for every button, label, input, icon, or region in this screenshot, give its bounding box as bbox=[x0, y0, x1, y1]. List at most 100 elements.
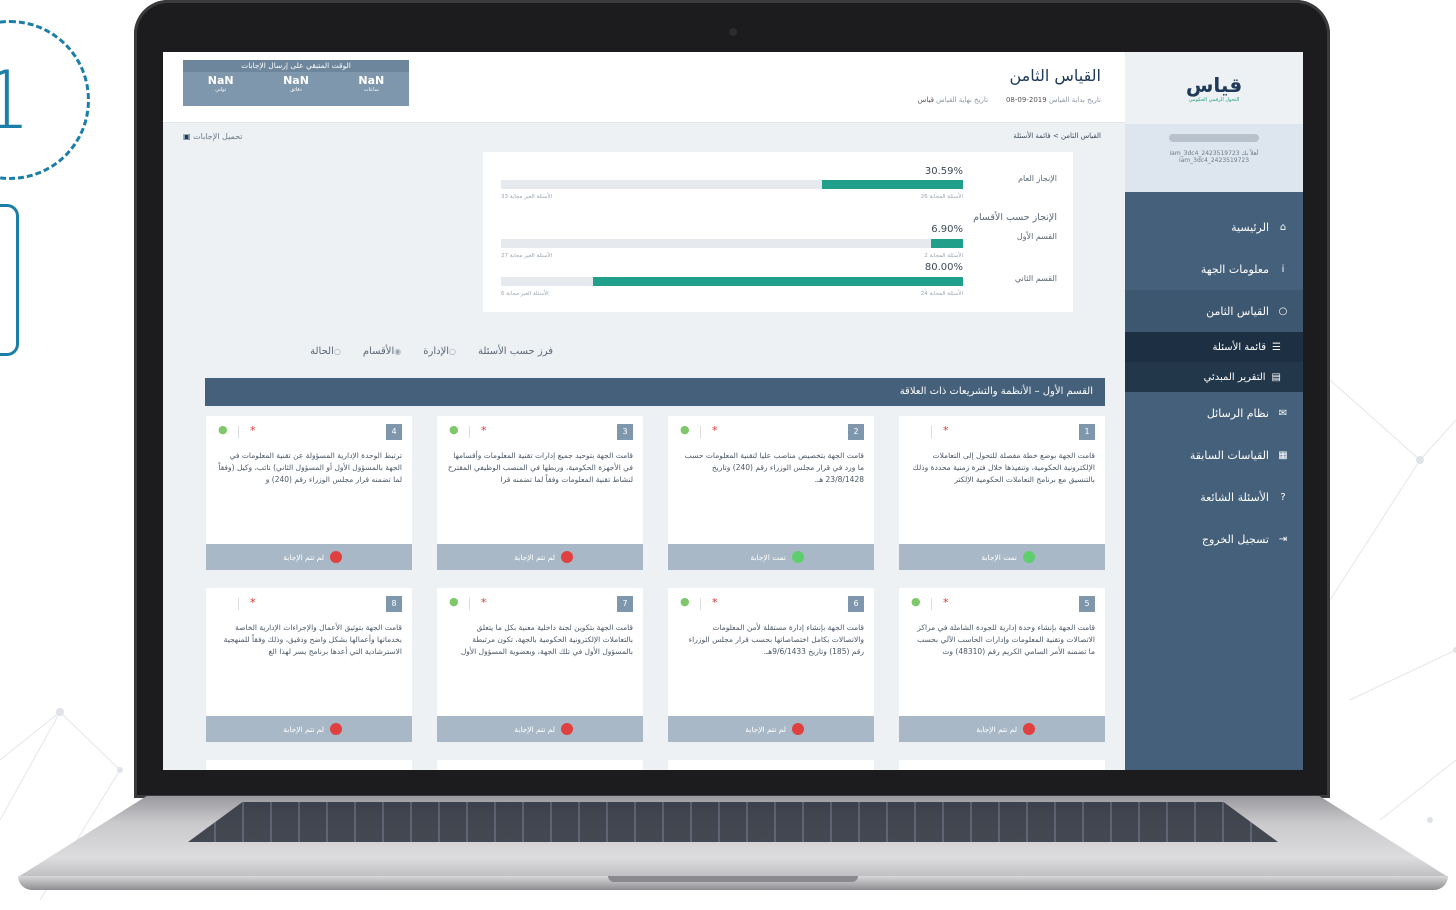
sidebar-item-messages[interactable]: ✉ نظام الرسائل bbox=[1125, 392, 1303, 434]
attachment-icon[interactable]: ● bbox=[680, 595, 690, 608]
sidebar-item-logout[interactable]: ⇥ تسجيل الخروج bbox=[1125, 518, 1303, 560]
laptop-base bbox=[18, 796, 1448, 898]
measure-dates: تاريخ بداية القياس 2019-09-08 تاريخ نهاي… bbox=[918, 96, 1101, 104]
camera-icon bbox=[729, 28, 737, 36]
status-label: لم تتم الإجابة bbox=[745, 724, 786, 734]
sidebar-item-label: القياس الثامن bbox=[1206, 304, 1269, 318]
sort-option-admin[interactable]: ○الإدارة bbox=[423, 346, 456, 357]
question-number: 2 bbox=[848, 424, 864, 440]
answer-status[interactable]: لم تتم الإجابة bbox=[437, 716, 643, 742]
question-icon: ? bbox=[1280, 491, 1286, 503]
question-card[interactable]: 5 * ● قامت الجهة بإنشاء وحدة إدارية للجو… bbox=[899, 588, 1105, 742]
answer-status[interactable]: لم تتم الإجابة bbox=[206, 544, 412, 570]
sidebar-item-initial-report[interactable]: ▤ التقرير المبدئي bbox=[1125, 362, 1303, 392]
section2-progress-fill bbox=[593, 277, 963, 286]
breadcrumb[interactable]: القياس الثامن > قائمة الأسئلة bbox=[1013, 132, 1101, 140]
download-label: تحميل الإجابات bbox=[193, 132, 243, 141]
answer-status[interactable]: تمت الإجابة bbox=[668, 544, 874, 570]
sort-option-label: الحالة bbox=[310, 346, 334, 357]
sort-option-sections[interactable]: ◉الأقسام bbox=[363, 346, 401, 357]
attachment-icon[interactable]: ● bbox=[218, 423, 228, 436]
question-card-partial[interactable] bbox=[899, 760, 1105, 770]
required-star-icon: * bbox=[943, 424, 949, 437]
divider bbox=[238, 598, 239, 610]
status-label: تمت الإجابة bbox=[981, 552, 1017, 562]
question-card[interactable]: 1 * قامت الجهة بوضع خطة مفصلة للتحول إلى… bbox=[899, 416, 1105, 570]
question-card[interactable]: 6 * ● قامت الجهة بإنشاء إدارة مستقلة لأم… bbox=[668, 588, 874, 742]
question-text: قامت الجهة بتوحيد جميع إدارات تقنية المع… bbox=[447, 451, 633, 484]
section2-pct: 80.00% bbox=[924, 262, 963, 273]
answer-status[interactable]: تمت الإجابة bbox=[899, 544, 1105, 570]
sidebar-item-label: تسجيل الخروج bbox=[1201, 532, 1269, 546]
file-icon: ▣ bbox=[183, 132, 191, 141]
question-number: 1 bbox=[1079, 424, 1095, 440]
answer-status[interactable]: لم تتم الإجابة bbox=[668, 716, 874, 742]
sidebar-item-entity-info[interactable]: i معلومات الجهة bbox=[1125, 248, 1303, 290]
section2-unanswered: الأسئلة الغير مجابة 6 bbox=[501, 291, 549, 297]
status-dot-icon bbox=[561, 723, 573, 735]
section1-label: القسم الأول bbox=[1016, 232, 1057, 241]
section1-progress-fill bbox=[931, 239, 963, 248]
answer-status[interactable]: لم تتم الإجابة bbox=[899, 716, 1105, 742]
logout-icon: ⇥ bbox=[1278, 533, 1288, 545]
start-date-value: 2019-09-08 bbox=[1005, 96, 1047, 104]
question-number: 5 bbox=[1079, 596, 1095, 612]
attachment-icon[interactable]: ● bbox=[449, 595, 459, 608]
sidebar-item-home[interactable]: ⌂ الرئيسية bbox=[1125, 206, 1303, 248]
countdown-timer: الوقت المتبقي على إرسال الإجابات NaN ساعا… bbox=[183, 60, 409, 106]
divider bbox=[469, 598, 470, 610]
divider bbox=[700, 598, 701, 610]
sidebar-item-question-list[interactable]: ☰ قائمة الأسئلة bbox=[1125, 332, 1303, 362]
question-text: قامت الجهة بتكوين لجنة داخلية معنية بكل … bbox=[460, 623, 633, 656]
sidebar-item-faq[interactable]: ? الأسئلة الشائعة bbox=[1125, 476, 1303, 518]
timer-minutes: NaN دقائق bbox=[283, 74, 309, 93]
app-screen: قياس التحول الرقمي الحكومي أهلاً بك iam_… bbox=[163, 52, 1303, 770]
question-card[interactable]: 2 * ● قامت الجهة بتخصيص مناصب عليا لتقني… bbox=[668, 416, 874, 570]
download-answers-link[interactable]: تحميل الإجابات ▣ bbox=[183, 132, 243, 141]
sidebar-item-eighth-measure[interactable]: ○ القياس الثامن bbox=[1125, 290, 1303, 332]
question-number: 3 bbox=[617, 424, 633, 440]
sort-option-status[interactable]: ○الحالة bbox=[310, 346, 341, 357]
timer-unit: ثواني bbox=[215, 87, 227, 93]
timer-value: NaN bbox=[358, 74, 385, 87]
question-card[interactable]: 8 * قامت الجهة بتوثيق الأعمال والإجراءات… bbox=[206, 588, 412, 742]
step-number: 1 bbox=[0, 53, 31, 147]
logo-subtitle: التحول الرقمي الحكومي bbox=[1188, 97, 1240, 103]
attachment-icon[interactable]: ● bbox=[680, 423, 690, 436]
overall-progress-bar bbox=[501, 180, 963, 189]
list-icon: ☰ bbox=[1272, 341, 1281, 353]
status-dot-icon bbox=[330, 723, 342, 735]
progress-card: الإنجاز العام 30.59% الأسئلة المجابة 26 … bbox=[483, 152, 1073, 312]
envelope-icon: ✉ bbox=[1278, 407, 1288, 419]
sidebar-item-previous-measures[interactable]: ▦ القياسات السابقة bbox=[1125, 434, 1303, 476]
section2-progress-bar bbox=[501, 277, 963, 286]
question-card-partial[interactable] bbox=[206, 760, 412, 770]
answer-status[interactable]: لم تتم الإجابة bbox=[437, 544, 643, 570]
status-label: لم تتم الإجابة bbox=[283, 552, 324, 562]
required-star-icon: * bbox=[712, 424, 718, 437]
question-card[interactable]: 7 * ● قامت الجهة بتكوين لجنة داخلية معني… bbox=[437, 588, 643, 742]
end-date-value: قياس bbox=[917, 96, 934, 104]
answer-status[interactable]: لم تتم الإجابة bbox=[206, 716, 412, 742]
question-card[interactable]: 3 * ● قامت الجهة بتوحيد جميع إدارات تقني… bbox=[437, 416, 643, 570]
attachment-icon[interactable]: ● bbox=[911, 595, 921, 608]
question-text: قامت الجهة بتخصيص مناصب عليا لتقنية المع… bbox=[684, 451, 864, 484]
section2-label: القسم الثاني bbox=[1014, 274, 1057, 283]
question-card-partial[interactable] bbox=[668, 760, 874, 770]
sort-option-label: الأقسام bbox=[362, 346, 395, 357]
timer-title: الوقت المتبقي على إرسال الإجابات bbox=[183, 60, 409, 72]
attachment-icon[interactable]: ● bbox=[449, 423, 459, 436]
question-card-partial[interactable] bbox=[437, 760, 643, 770]
question-text: ترتبط الوحدة الإدارية المسؤولة عن تقنية … bbox=[218, 451, 402, 484]
question-number: 6 bbox=[848, 596, 864, 612]
question-card[interactable]: 4 * ● ترتبط الوحدة الإدارية المسؤولة عن … bbox=[206, 416, 412, 570]
question-number: 8 bbox=[386, 596, 402, 612]
chart-icon: ▤ bbox=[1271, 371, 1281, 383]
logo[interactable]: قياس التحول الرقمي الحكومي bbox=[1125, 52, 1303, 124]
divider bbox=[931, 598, 932, 610]
user-id: iam_3dc4_2423519723 bbox=[1178, 157, 1250, 164]
divider bbox=[238, 426, 239, 438]
area-chart-icon: ▦ bbox=[1278, 449, 1288, 461]
required-star-icon: * bbox=[943, 596, 949, 609]
sidebar: قياس التحول الرقمي الحكومي أهلاً بك iam_… bbox=[1125, 52, 1303, 770]
